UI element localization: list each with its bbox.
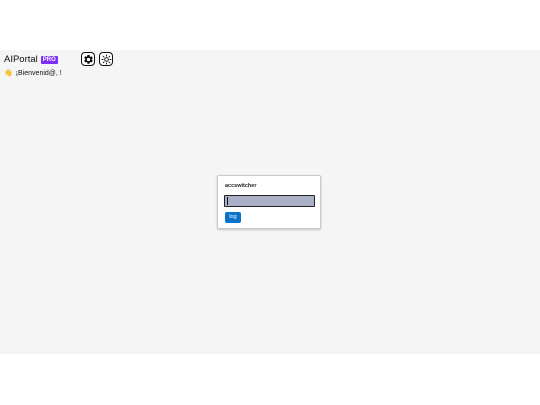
greeting-text: ¡Bienvenid@, !: [15, 70, 62, 77]
greeting: 👋 ¡Bienvenid@, !: [4, 69, 62, 78]
gear-icon: [83, 54, 93, 64]
login-card: accswitcher log: [217, 175, 321, 229]
text-caret: [227, 197, 228, 205]
sun-icon: [100, 53, 112, 65]
card-title: accswitcher: [225, 183, 257, 189]
log-button[interactable]: log: [225, 212, 241, 223]
brand: AIPortal PRO: [4, 54, 58, 66]
pro-badge: PRO: [40, 56, 58, 64]
account-input[interactable]: [224, 195, 315, 207]
waving-hand-icon: 👋: [4, 70, 13, 77]
app-container: AIPortal PRO 👋 ¡Bienvenid@, ! accswitche…: [0, 50, 540, 354]
brand-name: AIPortal: [4, 54, 38, 65]
theme-toggle-button[interactable]: [99, 52, 113, 66]
settings-button[interactable]: [81, 52, 95, 66]
